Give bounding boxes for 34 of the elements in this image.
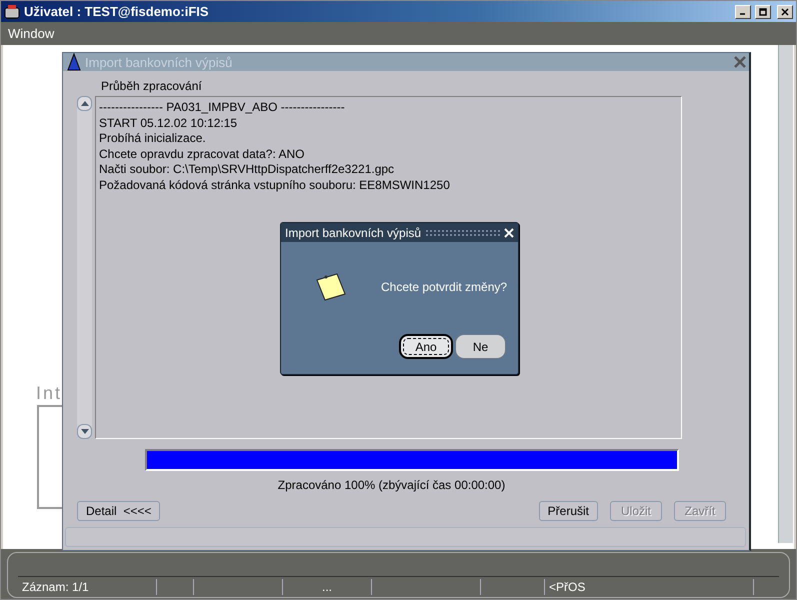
scroll-up-button[interactable] xyxy=(77,96,92,111)
scroll-down-button[interactable] xyxy=(77,424,92,439)
note-icon xyxy=(315,272,347,302)
status-field: <PřOS xyxy=(545,579,754,595)
window-title: Import bankovních výpisů xyxy=(85,54,234,70)
dialog-button[interactable]: Ano xyxy=(399,334,453,359)
maximize-button[interactable] xyxy=(755,4,771,18)
dialog-button[interactable]: Ne xyxy=(455,334,506,359)
down-arrow-icon xyxy=(80,429,88,434)
status-field: ... xyxy=(283,579,372,595)
form-label: Int xyxy=(36,383,62,404)
scrollbar[interactable] xyxy=(778,45,793,543)
scrollbar[interactable] xyxy=(77,96,92,439)
detail-button[interactable]: Detail <<<< xyxy=(77,501,160,521)
progress-text: Zpracováno 100% (zbývající čas 00:00:00) xyxy=(278,478,506,492)
log-line: ---------------- PA031_IMPBV_ABO ---------------- xyxy=(99,100,346,116)
menu-item[interactable]: Window xyxy=(8,26,54,41)
status-field: Záznam: 1/1 xyxy=(18,579,157,595)
log-line: Probíhá inicializace. xyxy=(99,131,207,146)
dialog-message: Chcete potvrdit změny? xyxy=(381,280,508,294)
close-icon xyxy=(781,8,789,16)
log-label: Průběh zpracování xyxy=(101,79,203,95)
action-button[interactable]: Přerušit xyxy=(538,501,598,521)
minimize-button[interactable] xyxy=(735,4,751,18)
log-line: Chcete opravdu zpracovat data?: ANO xyxy=(99,146,306,162)
dialog-title: Import bankovních výpisů xyxy=(285,226,422,240)
log-line: Požadovaná kódová stránka vstupního souboru: EE8MSWIN1250 xyxy=(99,178,451,193)
maximize-icon xyxy=(759,8,767,16)
app-icon xyxy=(4,4,20,20)
app-icon xyxy=(66,53,82,71)
up-arrow-icon xyxy=(80,101,88,106)
log-line: Načti soubor: C:\Temp\SRVHttpDispatcherff2e3221.gpc xyxy=(99,162,396,178)
log-line: START 05.12.02 10:12:15 xyxy=(99,116,238,131)
window-title: Uživatel : TEST@fisdemo:iFIS xyxy=(24,4,210,19)
